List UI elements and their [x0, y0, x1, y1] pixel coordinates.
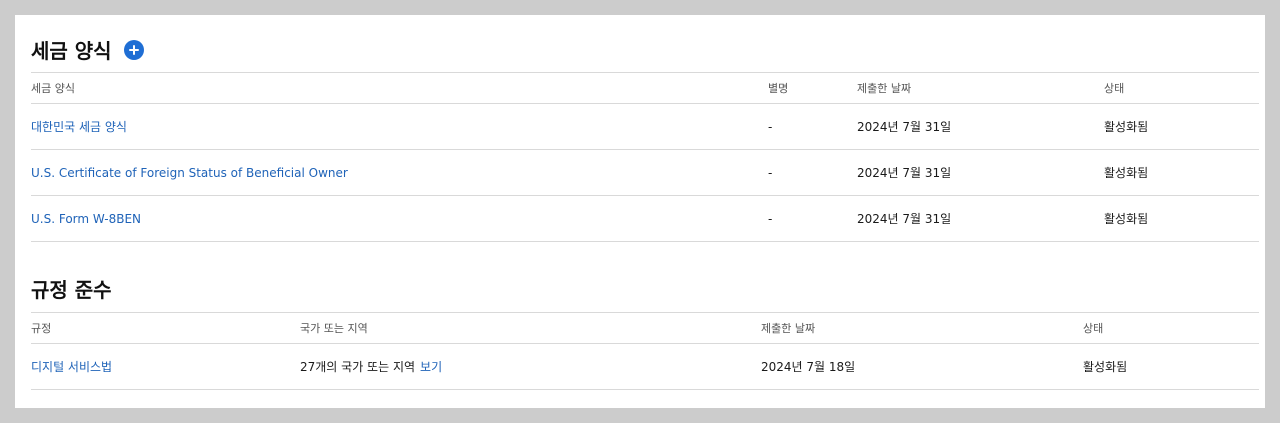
compliance-title: 규정 준수	[31, 278, 112, 302]
alias-value: -	[768, 211, 773, 226]
table-row: 대한민국 세금 양식 - 2024년 7월 31일 활성화됨	[31, 104, 1259, 150]
column-header-status: 상태	[1104, 82, 1125, 95]
table-row: 디지털 서비스법 27개의 국가 또는 지역 보기 2024년 7월 18일 활…	[31, 344, 1259, 390]
alias-value: -	[768, 119, 773, 134]
table-row: U.S. Certificate of Foreign Status of Be…	[31, 150, 1259, 196]
tax-form-link[interactable]: U.S. Form W-8BEN	[31, 196, 141, 241]
plus-circle-icon	[128, 44, 139, 55]
table-header-row: 세금 양식 별명 제출한 날짜 상태	[31, 72, 1259, 104]
submitted-date: 2024년 7월 18일	[761, 360, 856, 374]
column-header-form: 세금 양식	[31, 82, 75, 95]
column-header-regions: 국가 또는 지역	[300, 322, 368, 335]
submitted-date: 2024년 7월 31일	[857, 166, 952, 180]
column-header-regulation: 규정	[31, 322, 52, 335]
tax-forms-section-title: 세금 양식	[31, 35, 144, 64]
status-value: 활성화됨	[1104, 212, 1149, 226]
alias-value: -	[768, 165, 773, 180]
table-header-row: 규정 국가 또는 지역 제출한 날짜 상태	[31, 312, 1259, 344]
submitted-date: 2024년 7월 31일	[857, 212, 952, 226]
tax-form-link[interactable]: 대한민국 세금 양식	[31, 104, 127, 149]
column-header-status: 상태	[1083, 322, 1104, 335]
view-regions-link[interactable]: 보기	[420, 358, 442, 375]
column-header-submitted: 제출한 날짜	[857, 82, 912, 95]
regions-cell: 27개의 국가 또는 지역 보기	[300, 344, 442, 389]
compliance-section-title: 규정 준수	[31, 274, 112, 303]
compliance-table: 규정 국가 또는 지역 제출한 날짜 상태 디지털 서비스법 27개의 국가 또…	[31, 312, 1259, 390]
status-value: 활성화됨	[1083, 360, 1128, 374]
regulation-link[interactable]: 디지털 서비스법	[31, 344, 112, 389]
tax-form-link[interactable]: U.S. Certificate of Foreign Status of Be…	[31, 150, 348, 195]
add-tax-form-button[interactable]	[123, 39, 144, 60]
submitted-date: 2024년 7월 31일	[857, 120, 952, 134]
tax-forms-title: 세금 양식	[31, 39, 112, 63]
settings-panel: 세금 양식 세금 양식 별명 제출한 날짜 상태 대한민국 세금 양식 - 20…	[15, 15, 1265, 408]
status-value: 활성화됨	[1104, 120, 1149, 134]
status-value: 활성화됨	[1104, 166, 1149, 180]
tax-forms-table: 세금 양식 별명 제출한 날짜 상태 대한민국 세금 양식 - 2024년 7월…	[31, 72, 1259, 242]
column-header-submitted: 제출한 날짜	[761, 322, 816, 335]
column-header-alias: 별명	[768, 82, 789, 95]
table-row: U.S. Form W-8BEN - 2024년 7월 31일 활성화됨	[31, 196, 1259, 242]
regions-count: 27개의 국가 또는 지역	[300, 360, 416, 374]
